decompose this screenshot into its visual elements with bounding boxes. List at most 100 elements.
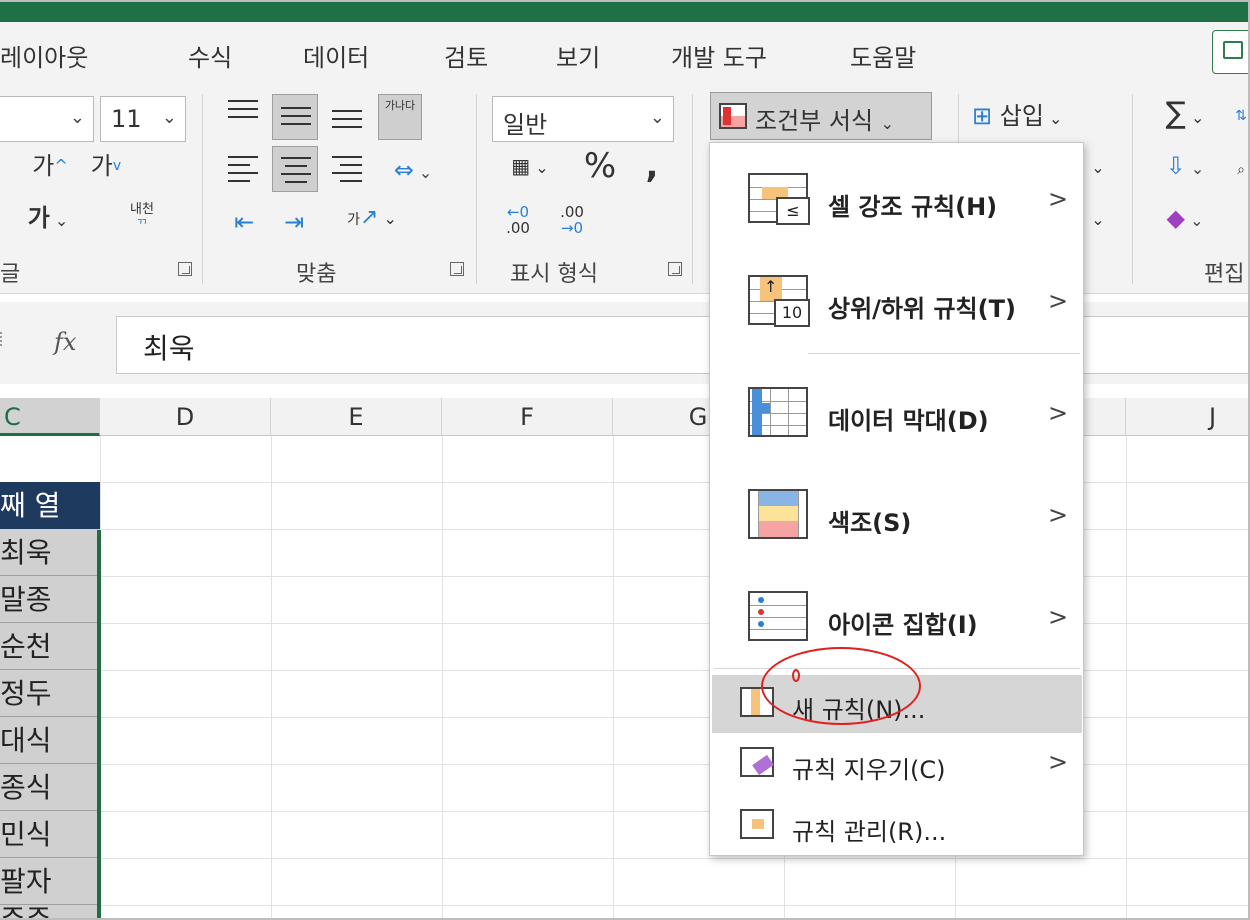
column-header-f[interactable]: F bbox=[442, 398, 613, 436]
menu-item-clear-rules[interactable]: 규칙 지우기(C) > bbox=[710, 743, 1083, 787]
menu-item-manage-rules[interactable]: 규칙 관리(R)... bbox=[710, 805, 1083, 849]
find-select-button[interactable]: ⌕ bbox=[1226, 148, 1248, 192]
red-annotation-dot bbox=[792, 669, 800, 682]
align-middle-button[interactable] bbox=[272, 94, 318, 140]
column-header-d[interactable]: D bbox=[100, 398, 271, 436]
tab-view[interactable]: 보기 bbox=[556, 38, 600, 73]
tab-developer[interactable]: 개발 도구 bbox=[671, 38, 767, 73]
font-dialog-launcher[interactable] bbox=[178, 262, 192, 276]
gridline bbox=[613, 436, 614, 918]
highlight-cells-rules-icon: ≤ bbox=[748, 173, 810, 225]
tab-page-layout[interactable]: 레이아웃 bbox=[0, 38, 88, 73]
font-name-combo[interactable]: ⌄ bbox=[0, 96, 94, 142]
cell-c[interactable]: 순천 bbox=[0, 623, 100, 670]
separator bbox=[202, 94, 203, 284]
gridline bbox=[271, 436, 272, 918]
tab-formulas[interactable]: 수식 bbox=[188, 38, 232, 73]
tab-data[interactable]: 데이터 bbox=[303, 38, 369, 73]
cell-c[interactable]: 말종 bbox=[0, 576, 100, 623]
orientation-button[interactable]: 가↗ ⌄ bbox=[340, 196, 404, 242]
cell-c[interactable]: 대식 bbox=[0, 717, 100, 764]
menu-item-data-bars[interactable]: 데이터 막대(D) > bbox=[710, 385, 1083, 449]
decrease-decimal-button[interactable]: .00 →0 bbox=[550, 198, 594, 236]
align-center-button[interactable] bbox=[272, 146, 318, 192]
cell-c[interactable]: 최욱 bbox=[0, 529, 100, 576]
menu-item-label: 규칙 지우기(C) bbox=[792, 756, 946, 784]
clear-rules-icon bbox=[740, 747, 774, 777]
merge-center-button[interactable]: ⇔ ⌄ bbox=[378, 148, 448, 195]
clear-button[interactable]: ◆ ⌄ bbox=[1150, 196, 1220, 243]
font-size-value: 11 bbox=[111, 105, 142, 133]
decrease-indent-button[interactable]: ⇤ bbox=[226, 200, 262, 244]
increase-decimal-button[interactable]: ←0.00 bbox=[496, 198, 540, 236]
cell-c[interactable]: 주주 bbox=[0, 905, 100, 918]
data-bars-icon bbox=[748, 387, 808, 437]
insert-cells-button[interactable]: ⊞ 삽입 ⌄ bbox=[972, 94, 1112, 141]
comma-style-button[interactable]: , bbox=[634, 144, 670, 188]
sort-filter-button[interactable]: ⇅ bbox=[1226, 94, 1248, 138]
accounting-format-button[interactable]: ▦ ⌄ bbox=[496, 144, 564, 190]
menu-item-label: 아이콘 집합(I) bbox=[828, 611, 978, 639]
font-size-combo[interactable]: 11 ⌄ bbox=[100, 96, 186, 142]
menu-item-color-scales[interactable]: 색조(S) > bbox=[710, 487, 1083, 551]
align-left-icon[interactable] bbox=[228, 156, 258, 182]
align-bottom-icon[interactable] bbox=[332, 104, 362, 128]
diagonal-arrow-icon: ↗ bbox=[359, 205, 379, 230]
comments-button[interactable] bbox=[1212, 30, 1248, 74]
insert-function-button[interactable]: fx bbox=[54, 328, 76, 356]
gridline bbox=[442, 436, 443, 918]
currency-icon: ▦ bbox=[511, 154, 531, 178]
tab-review[interactable]: 검토 bbox=[444, 38, 488, 73]
menu-item-label: 색조(S) bbox=[828, 509, 912, 537]
column-header-j[interactable]: J bbox=[1126, 398, 1248, 436]
chevron-down-icon: ⌄ bbox=[649, 107, 665, 128]
phonetic-button[interactable]: 내천 ᄁ bbox=[104, 196, 180, 234]
cell-c[interactable]: 정두 bbox=[0, 670, 100, 717]
sum-icon: ∑ bbox=[1165, 96, 1186, 131]
menu-item-label: 셀 강조 규칙(H) bbox=[828, 193, 998, 221]
number-dialog-launcher[interactable] bbox=[668, 262, 682, 276]
eraser-icon: ◆ bbox=[1166, 204, 1185, 232]
chevron-down-icon: ⌄ bbox=[880, 114, 895, 133]
cell-c[interactable]: 팔자 bbox=[0, 858, 100, 905]
conditional-formatting-button[interactable]: 조건부 서식 ⌄ bbox=[710, 92, 932, 140]
separator bbox=[692, 94, 693, 284]
column-header-e[interactable]: E bbox=[271, 398, 442, 436]
fill-down-icon: ⇩ bbox=[1165, 152, 1186, 180]
top-bottom-rules-icon: ↑ 10 bbox=[748, 275, 810, 327]
grow-font-button[interactable]: 가^ bbox=[30, 144, 70, 188]
tab-help[interactable]: 도움말 bbox=[850, 38, 916, 73]
delete-cells-dropdown[interactable]: ⌄ bbox=[1086, 146, 1110, 190]
menu-item-highlight-cells-rules[interactable]: ≤ 셀 강조 규칙(H) > bbox=[710, 171, 1083, 235]
align-top-icon[interactable] bbox=[228, 98, 258, 122]
chevron-right-icon: > bbox=[1048, 185, 1069, 213]
cell-c-header[interactable]: 째 열 bbox=[0, 482, 100, 529]
number-format-combo[interactable]: 일반 ⌄ bbox=[492, 96, 674, 142]
column-header-c[interactable]: C bbox=[0, 398, 100, 436]
align-right-icon[interactable] bbox=[332, 156, 362, 182]
caret-up-icon: ^ bbox=[54, 156, 68, 175]
wrap-text-button[interactable]: 가나다 bbox=[378, 94, 422, 140]
cell-c[interactable]: 민식 bbox=[0, 811, 100, 858]
chevron-right-icon: > bbox=[1048, 501, 1069, 529]
icon-sets-icon bbox=[748, 591, 808, 641]
gridline bbox=[1126, 436, 1127, 918]
font-color-button[interactable]: 가 ⌄ bbox=[16, 196, 80, 243]
caret-down-icon: v bbox=[112, 158, 122, 174]
autosum-button[interactable]: ∑ ⌄ bbox=[1150, 92, 1220, 140]
increase-indent-button[interactable]: ⇥ bbox=[276, 200, 312, 244]
chevron-right-icon: > bbox=[1048, 399, 1069, 427]
title-bar bbox=[0, 2, 1248, 22]
alignment-dialog-launcher[interactable] bbox=[450, 262, 464, 276]
separator bbox=[1132, 94, 1133, 284]
phonetic-label: 내천 bbox=[130, 202, 154, 217]
percent-style-button[interactable]: % bbox=[578, 144, 622, 188]
font-color-label: 가 bbox=[27, 204, 50, 232]
chevron-right-icon: > bbox=[1048, 603, 1069, 631]
shrink-font-button[interactable]: 가v bbox=[86, 144, 126, 188]
cell-c[interactable]: 종식 bbox=[0, 764, 100, 811]
menu-item-top-bottom-rules[interactable]: ↑ 10 상위/하위 규칙(T) > bbox=[710, 273, 1083, 337]
menu-item-icon-sets[interactable]: 아이콘 집합(I) > bbox=[710, 589, 1083, 653]
format-cells-dropdown[interactable]: ⌄ bbox=[1086, 198, 1110, 242]
fill-button[interactable]: ⇩ ⌄ bbox=[1150, 144, 1220, 191]
